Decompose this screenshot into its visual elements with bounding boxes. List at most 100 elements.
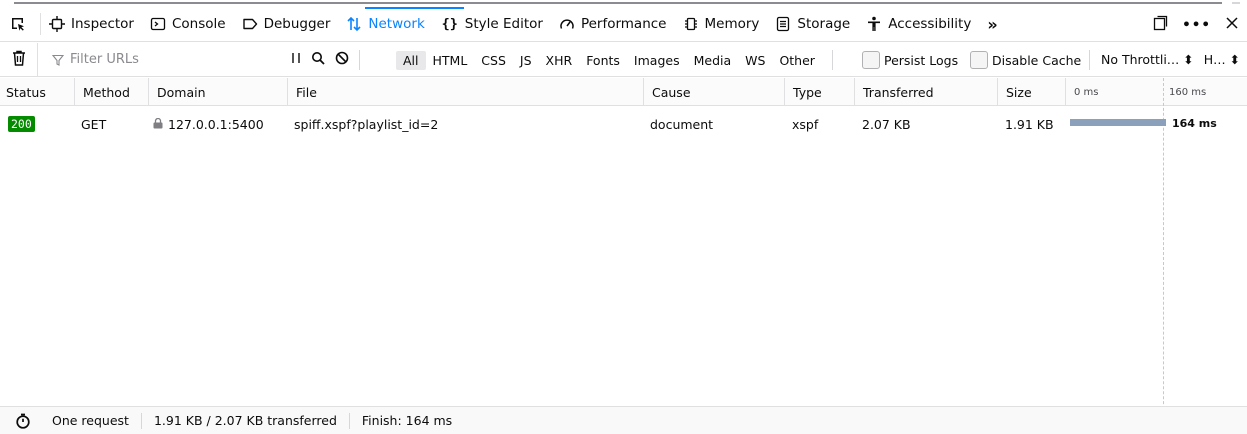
disable-cache-checkbox[interactable]: Disable Cache [970, 51, 1081, 69]
tab-network-label: Network [368, 16, 425, 32]
performance-analysis-button[interactable] [0, 413, 46, 429]
tab-debugger-label: Debugger [263, 16, 331, 32]
memory-icon [683, 16, 699, 32]
requests-table-header: Status Method Domain File Cause Type Tra… [0, 78, 1247, 106]
clear-button[interactable] [0, 42, 38, 77]
filter-js-button[interactable]: JS [513, 51, 539, 70]
tab-performance-label: Performance [580, 16, 667, 32]
filter-media-button[interactable]: Media [687, 51, 739, 70]
column-method-label: Method [83, 84, 130, 100]
column-transferred-label: Transferred [863, 84, 934, 100]
devtools-toolbox: Inspector Console Debugger Network {} St… [0, 7, 1247, 42]
network-controls [291, 43, 360, 77]
column-domain-label: Domain [157, 84, 206, 100]
column-method[interactable]: Method [74, 78, 148, 106]
tab-inspector[interactable]: Inspector [41, 7, 142, 42]
row-type: xspf [792, 116, 819, 132]
column-transferred[interactable]: Transferred [854, 78, 997, 106]
row-transferred: 2.07 KB [862, 116, 911, 132]
waterfall-timing-bar [1070, 119, 1166, 126]
column-file[interactable]: File [287, 78, 643, 106]
tab-accessibility-label: Accessibility [888, 16, 972, 32]
column-cause[interactable]: Cause [643, 78, 784, 106]
filter-css-button[interactable]: CSS [474, 51, 513, 70]
status-badge: 200 [8, 116, 35, 132]
toolbox-controls: ••• [1152, 7, 1247, 42]
window-top-edge [0, 0, 1247, 6]
waterfall-tick-start: 0 ms [1074, 86, 1099, 98]
tab-debugger[interactable]: Debugger [234, 7, 339, 42]
row-domain: 127.0.0.1:5400 [153, 107, 264, 141]
selected-tab-indicator [365, 7, 464, 9]
picker-icon [10, 16, 26, 32]
trash-icon [12, 50, 26, 70]
waterfall-tick-mid: 160 ms [1169, 86, 1207, 98]
filter-xhr-button[interactable]: XHR [539, 51, 580, 70]
tab-console[interactable]: Console [142, 7, 234, 42]
search-icon[interactable] [311, 51, 325, 69]
row-domain-label: 127.0.0.1:5400 [168, 116, 264, 132]
persist-logs-label: Persist Logs [884, 52, 959, 68]
persist-logs-box[interactable] [862, 51, 880, 69]
tab-storage-label: Storage [797, 16, 851, 32]
throttling-select[interactable]: No Throttli… ⬍ [1101, 52, 1194, 67]
tab-memory[interactable]: Memory [675, 7, 768, 42]
har-menu-button[interactable]: H… ⬍ [1204, 52, 1240, 67]
column-type-label: Type [793, 84, 822, 100]
tab-style-editor-label: Style Editor [464, 16, 543, 32]
tab-network[interactable]: Network [338, 7, 432, 42]
column-cause-label: Cause [652, 84, 691, 100]
column-status[interactable]: Status [0, 78, 74, 106]
tab-storage[interactable]: Storage [767, 7, 858, 42]
row-file: spiff.xspf?playlist_id=2 [294, 116, 439, 132]
filter-urls-input[interactable]: Filter URLs [38, 52, 278, 67]
tab-style-editor[interactable]: {} Style Editor [433, 7, 551, 42]
persist-logs-checkbox[interactable]: Persist Logs [862, 51, 958, 69]
network-status-bar: One request 1.91 KB / 2.07 KB transferre… [0, 406, 1247, 434]
column-type[interactable]: Type [784, 78, 854, 106]
tabs-overflow-button[interactable]: » [979, 7, 1005, 42]
storage-icon [775, 16, 791, 32]
top-scrollbar-end [1232, 2, 1240, 4]
column-waterfall[interactable]: 0 ms 160 ms [1065, 78, 1247, 106]
disable-cache-label: Disable Cache [992, 52, 1082, 68]
network-toolbar: Filter URLs All HTML CSS JS XHR Fonts Im… [0, 42, 1247, 77]
inspector-icon [49, 16, 65, 32]
element-picker-button[interactable] [0, 13, 41, 35]
accessibility-icon [866, 16, 882, 32]
lock-icon [153, 117, 163, 132]
filter-fonts-button[interactable]: Fonts [579, 51, 627, 70]
style-editor-icon: {} [441, 16, 458, 32]
chevron-double-right-icon: » [987, 14, 998, 34]
top-scrollbar[interactable] [14, 2, 1222, 4]
tab-inspector-label: Inspector [71, 16, 134, 32]
close-icon[interactable] [1225, 16, 1239, 34]
pause-icon[interactable] [291, 52, 301, 68]
transfer-summary: 1.91 KB / 2.07 KB transferred [142, 412, 350, 429]
filter-placeholder: Filter URLs [70, 52, 139, 67]
table-row[interactable]: 200 GET 127.0.0.1:5400 spiff.xspf?playli… [0, 107, 1247, 141]
filter-other-button[interactable]: Other [772, 51, 822, 70]
row-method: GET [81, 116, 107, 132]
row-cause: document [650, 116, 714, 132]
type-filter-buttons: All HTML CSS JS XHR Fonts Images Media W… [396, 43, 833, 77]
filter-html-button[interactable]: HTML [426, 51, 475, 70]
debugger-icon [242, 16, 258, 32]
waterfall-timing-label: 164 ms [1172, 117, 1217, 130]
filter-images-button[interactable]: Images [627, 51, 687, 70]
filter-ws-button[interactable]: WS [738, 51, 772, 70]
column-size[interactable]: Size [997, 78, 1065, 106]
dock-options-icon[interactable] [1152, 15, 1168, 35]
tab-accessibility[interactable]: Accessibility [858, 7, 979, 42]
block-icon[interactable] [335, 51, 349, 69]
column-file-label: File [296, 84, 317, 100]
console-icon [150, 16, 166, 32]
more-options-icon[interactable]: ••• [1182, 17, 1211, 33]
tab-performance[interactable]: Performance [551, 7, 675, 42]
column-domain[interactable]: Domain [148, 78, 287, 106]
finish-time: Finish: 164 ms [361, 413, 453, 428]
throttling-controls: No Throttli… ⬍ H… ⬍ [1101, 52, 1240, 67]
stopwatch-icon [16, 413, 30, 429]
disable-cache-box[interactable] [970, 51, 988, 69]
filter-all-button[interactable]: All [396, 50, 426, 70]
